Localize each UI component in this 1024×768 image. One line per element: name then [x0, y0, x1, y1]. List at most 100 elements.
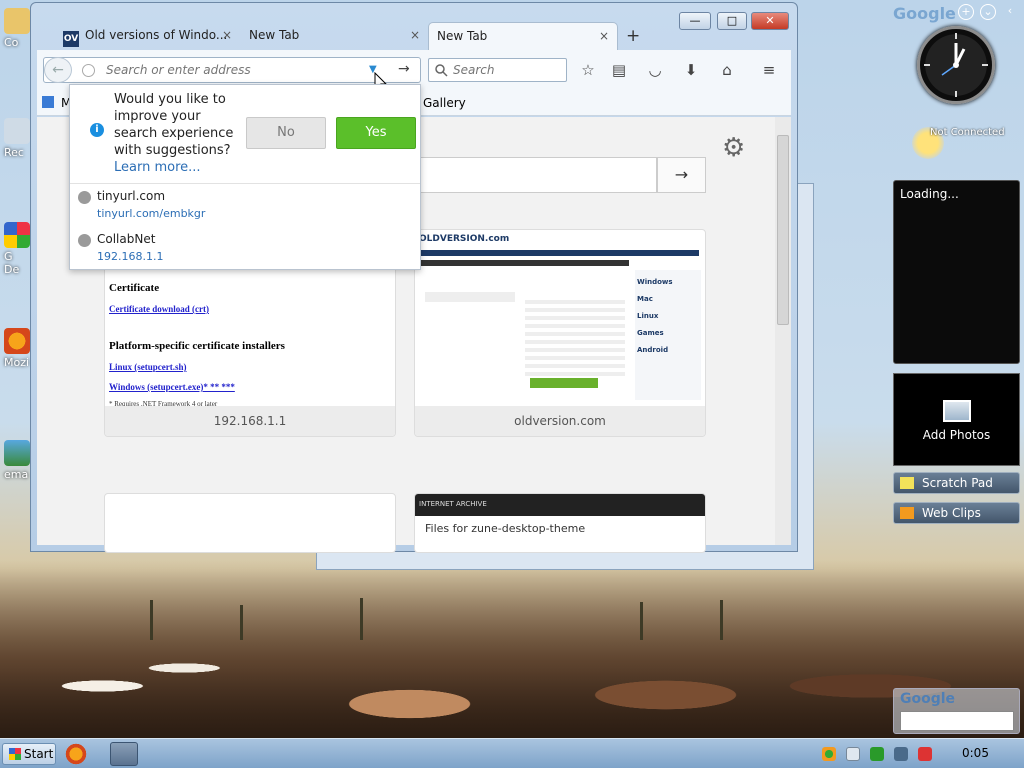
- tile-heading: Platform-specific certificate installers: [109, 340, 285, 352]
- bookmark-star-icon[interactable]: ☆: [578, 60, 598, 80]
- tab-old-versions[interactable]: OV Old versions of Windo... ×: [55, 22, 240, 50]
- notepad-icon: [900, 477, 914, 489]
- home-icon[interactable]: ⌂: [717, 60, 737, 80]
- analog-clock: [917, 26, 995, 104]
- taskbar-clock[interactable]: 0:05: [962, 746, 989, 760]
- tile-link: Windows (setupcert.exe)* ** ***: [109, 382, 235, 392]
- scrollbar-thumb[interactable]: [777, 135, 789, 325]
- tile-link: Certificate download (crt): [109, 304, 209, 314]
- google-search-gadget: Google: [893, 688, 1020, 734]
- tab-new-tab-1[interactable]: New Tab ×: [241, 22, 428, 50]
- popup-divider: [70, 183, 420, 184]
- wallpaper-palm: [240, 605, 243, 640]
- settings-gear-icon[interactable]: ⚙: [722, 133, 745, 163]
- bookmark-gallery[interactable]: Gallery: [423, 96, 466, 110]
- add-photos-label: Add Photos: [922, 428, 991, 442]
- identity-icon[interactable]: [82, 64, 95, 77]
- globe-icon: [78, 191, 91, 204]
- wallpaper-crowd: [0, 560, 1024, 740]
- downloads-icon[interactable]: ⬇: [681, 60, 701, 80]
- close-window-button[interactable]: ✕: [751, 12, 789, 30]
- reading-list-icon[interactable]: ▤: [609, 60, 629, 80]
- scratch-pad-gadget[interactable]: Scratch Pad: [893, 472, 1020, 494]
- search-input[interactable]: [453, 63, 558, 77]
- tile-sidebar: Windows Mac Linux Games Android: [635, 270, 701, 400]
- tray-security-icon[interactable]: [870, 747, 884, 761]
- add-photos-gadget[interactable]: Add Photos: [893, 373, 1020, 466]
- tray-network-icon[interactable]: [894, 747, 908, 761]
- google-desktop-icon: [4, 222, 30, 248]
- tile-content-block: [425, 292, 515, 302]
- weather-status: Not Connected: [930, 127, 1005, 138]
- globe-icon: [78, 234, 91, 247]
- page-scrollbar[interactable]: [775, 117, 791, 545]
- top-site-tile[interactable]: OLDVERSION.com Windows Mac Linux Games A…: [414, 229, 706, 437]
- app-taskbar-icon[interactable]: [110, 742, 138, 766]
- tile-archive-text: Files for zune-desktop-theme: [425, 522, 586, 535]
- tile-nav-bar: [419, 250, 699, 256]
- yes-button[interactable]: Yes: [336, 117, 416, 149]
- maximize-button[interactable]: □: [717, 12, 747, 30]
- pocket-icon[interactable]: ◡: [645, 60, 665, 80]
- close-tab-icon[interactable]: ×: [599, 29, 609, 43]
- close-tab-icon[interactable]: ×: [410, 28, 420, 42]
- recycle-bin-icon: [4, 118, 30, 144]
- close-tab-icon[interactable]: ×: [222, 28, 232, 42]
- web-clips-gadget[interactable]: Web Clips: [893, 502, 1020, 524]
- wallpaper-palm: [640, 602, 643, 640]
- top-site-tile[interactable]: INTERNET ARCHIVE Files for zune-desktop-…: [414, 493, 706, 553]
- learn-more-link[interactable]: Learn more...: [114, 160, 201, 175]
- add-gadget-icon[interactable]: +: [958, 4, 974, 20]
- tile-site-logo: OLDVERSION.com: [419, 234, 510, 244]
- go-arrow-icon[interactable]: →: [398, 61, 410, 77]
- start-button[interactable]: Start: [2, 743, 56, 765]
- tile-link: Linux (setupcert.sh): [109, 362, 187, 372]
- tile-archive-header: INTERNET ARCHIVE: [415, 494, 705, 516]
- tile-caption: oldversion.com: [415, 406, 705, 436]
- top-site-tile[interactable]: [104, 493, 396, 553]
- firefox-icon: [4, 328, 30, 354]
- search-suggestions-popup: i Would you like to improve your search …: [69, 84, 421, 270]
- clock-hands-icon: [924, 33, 988, 97]
- url-input[interactable]: [106, 63, 356, 77]
- search-bar: [428, 58, 567, 82]
- suggestion-item[interactable]: tinyurl.com tinyurl.com/embkgr: [70, 185, 420, 228]
- windows-logo-icon: [9, 748, 21, 760]
- gadget-menu-icon[interactable]: ⌄: [980, 4, 996, 20]
- tab-new-tab-active[interactable]: New Tab ×: [428, 22, 618, 50]
- tile-text-lines: [525, 300, 625, 380]
- wallpaper-palm: [360, 598, 363, 640]
- google-search-input[interactable]: [900, 711, 1014, 731]
- wallpaper-palm: [720, 600, 723, 640]
- tile-caption: 192.168.1.1: [105, 406, 395, 436]
- info-icon: i: [90, 123, 104, 137]
- tile-heading: Certificate: [109, 282, 160, 294]
- rss-icon: [900, 507, 914, 519]
- gadget-collapse-icon[interactable]: ‹: [1002, 4, 1018, 20]
- hamburger-menu-icon[interactable]: ≡: [759, 60, 779, 80]
- no-button[interactable]: No: [246, 117, 326, 149]
- new-tab-button[interactable]: +: [626, 26, 640, 46]
- minimize-button[interactable]: —: [679, 12, 711, 30]
- suggestions-question: Would you like to improve your search ex…: [114, 92, 234, 158]
- tray-monitor-icon[interactable]: [846, 747, 860, 761]
- suggestion-item[interactable]: CollabNet 192.168.1.1: [70, 228, 420, 271]
- newtab-search-go-button[interactable]: →: [657, 157, 706, 193]
- tile-download-button: [530, 378, 598, 388]
- oldversion-favicon-icon: OV: [63, 31, 79, 47]
- wallpaper-palm: [150, 600, 153, 640]
- back-arrow-icon: ←: [52, 62, 64, 78]
- back-button[interactable]: ←: [44, 57, 72, 83]
- folder-icon: [4, 8, 30, 34]
- email-icon: [4, 440, 30, 466]
- tile-os-list: Windows Mac Linux Games Android: [637, 278, 673, 354]
- google-sidebar-logo: Google: [893, 4, 956, 23]
- window-controls: — □ ✕: [679, 12, 789, 32]
- tray-sync-icon[interactable]: [822, 747, 836, 761]
- bookmark-folder-icon: [42, 96, 54, 108]
- tray-volume-muted-icon[interactable]: [918, 747, 932, 761]
- firefox-taskbar-icon[interactable]: [62, 742, 90, 766]
- url-bar: ▼ →: [43, 57, 421, 83]
- slideshow-gadget[interactable]: Loading...: [893, 180, 1020, 364]
- photo-icon: [942, 400, 971, 422]
